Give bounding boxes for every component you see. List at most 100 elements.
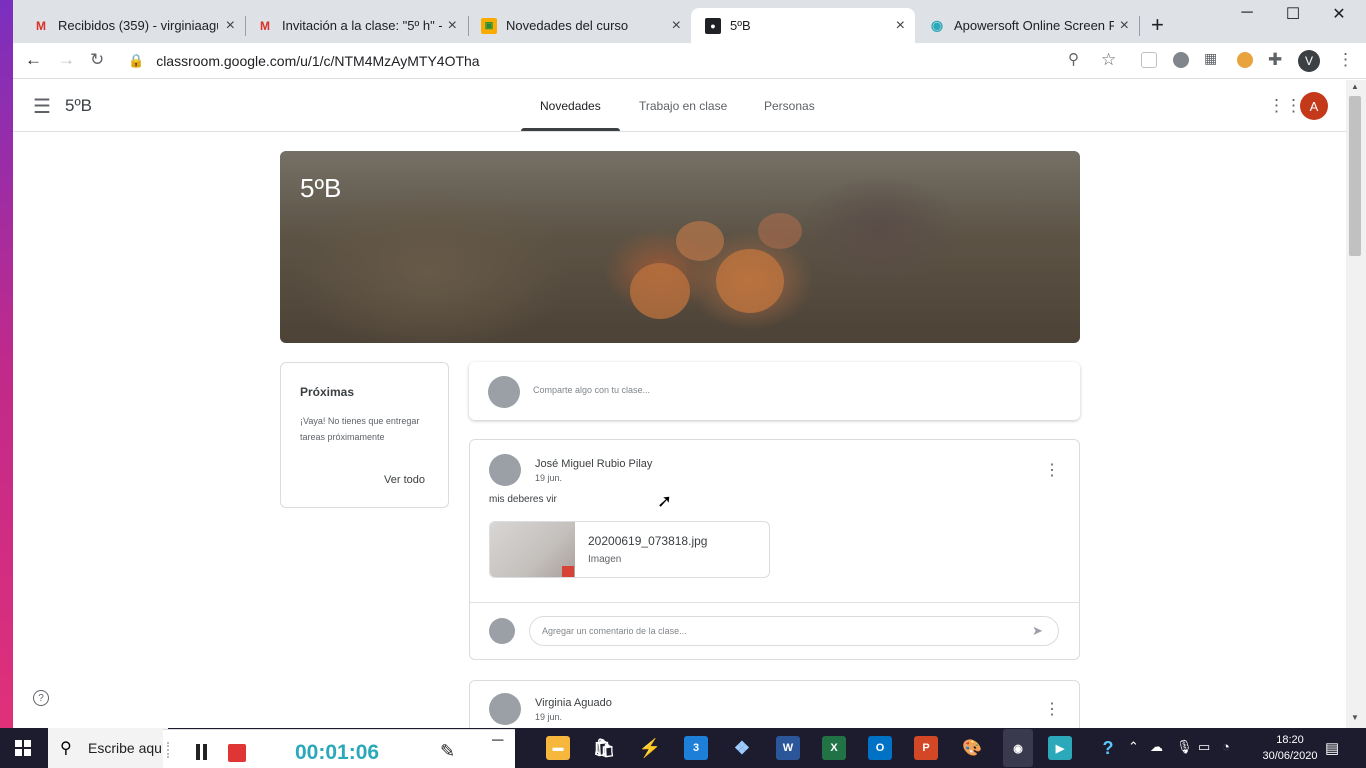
screen-recorder-bar: 00:01:06 ✎ ─ (163, 729, 515, 768)
close-icon[interactable]: × (672, 17, 681, 35)
chevron-up-icon[interactable]: ⌃ (1128, 739, 1139, 755)
post-date: 19 jun. (535, 712, 563, 722)
tab-title: Invitación a la clase: "5º h" - a (282, 18, 442, 33)
more-options-icon[interactable]: ⋮ (1044, 460, 1060, 480)
grid-extension-icon[interactable]: ▦ (1204, 50, 1217, 67)
tab-novedades[interactable]: Novedades (540, 99, 601, 113)
mouse-cursor-icon: ➚ (657, 491, 673, 511)
tab-separator (1139, 16, 1140, 36)
post-date: 19 jun. (535, 473, 563, 483)
close-icon[interactable]: × (448, 17, 457, 35)
windows-start-icon[interactable] (15, 740, 31, 756)
send-icon[interactable]: ➤ (1032, 623, 1043, 639)
apowersoft-icon: ◉ (930, 17, 944, 33)
attachment-card[interactable]: 20200619_073818.jpg Imagen (489, 521, 770, 578)
kebab-menu-icon[interactable]: ⋮ (1337, 50, 1354, 70)
avatar (489, 454, 521, 486)
chrome-icon[interactable]: ◉ (1003, 729, 1033, 767)
more-options-icon[interactable]: ⋮ (1044, 699, 1060, 719)
share-box[interactable]: Comparte algo con tu clase... (469, 362, 1080, 420)
class-banner: 5ºB (280, 151, 1080, 343)
excel-icon[interactable]: X (822, 736, 846, 760)
tab-classroom-5b[interactable]: ● 5ºB × (691, 8, 915, 43)
divider (470, 602, 1079, 603)
powerpoint-icon[interactable]: P (914, 736, 938, 760)
account-avatar[interactable]: A (1300, 92, 1328, 120)
pen-icon[interactable]: ✎ (440, 741, 455, 762)
minimize-window-button[interactable]: ─ (1224, 4, 1270, 22)
paint-icon[interactable]: 🎨 (960, 736, 984, 760)
store-icon[interactable]: 🛍 (592, 736, 616, 760)
extension-icon[interactable] (1173, 52, 1189, 68)
puzzle-icon[interactable]: ✚ (1268, 50, 1282, 70)
extension-icon[interactable] (1141, 52, 1157, 68)
forward-icon[interactable]: → (58, 50, 75, 70)
tab-trabajo-en-clase[interactable]: Trabajo en clase (639, 99, 727, 113)
stop-icon[interactable] (228, 744, 246, 762)
extension-icon[interactable] (1237, 52, 1253, 68)
minimize-icon[interactable]: ─ (492, 732, 503, 750)
bookmark-star-icon[interactable]: ☆ (1101, 50, 1116, 70)
dropbox-icon[interactable]: ❖ (730, 736, 754, 760)
upcoming-title: Próximas (300, 385, 355, 399)
cloud-icon[interactable]: ☁ (1150, 739, 1163, 755)
notifications-icon[interactable]: ▤ (1325, 739, 1339, 757)
lock-icon: 🔒 (128, 53, 145, 68)
mail-badge: 3 (692, 742, 700, 754)
close-icon[interactable]: × (226, 17, 235, 35)
drag-handle[interactable] (167, 742, 173, 758)
tab-apowersoft[interactable]: ◉ Apowersoft Online Screen Rec × (915, 8, 1139, 43)
outlook-icon[interactable]: O (868, 736, 892, 760)
wifi-icon[interactable]: ◔ (1222, 739, 1230, 754)
word-icon[interactable]: W (776, 736, 800, 760)
tab-title: Novedades del curso (506, 18, 629, 33)
back-icon[interactable]: ← (25, 50, 42, 70)
app-icon[interactable]: ⚡ (638, 736, 662, 760)
view-all-link[interactable]: Ver todo (384, 474, 425, 486)
post-author: José Miguel Rubio Pilay (535, 458, 653, 470)
apowersoft-icon[interactable]: ▶ (1048, 736, 1072, 760)
thumbnail-detail (562, 566, 574, 577)
tab-title: Recibidos (359) - virginiaaguado (58, 18, 218, 33)
pause-icon[interactable] (195, 744, 209, 760)
upcoming-text: ¡Vaya! No tienes que entregar tareas pró… (300, 416, 420, 442)
reload-icon[interactable]: ↻ (90, 50, 104, 70)
scroll-up-icon[interactable]: ▲ (1351, 82, 1359, 91)
close-icon[interactable]: × (896, 17, 905, 35)
clock-date: 30/06/2020 (1262, 750, 1318, 762)
tab-gmail-invitation[interactable]: M Invitación a la clase: "5º h" - a × (243, 8, 467, 43)
address-bar[interactable]: 🔒 classroom.google.com/u/1/c/NTM4MzAyMTY… (124, 47, 1124, 75)
class-title[interactable]: 5ºB (65, 96, 92, 116)
close-window-button[interactable]: ✕ (1316, 4, 1362, 24)
close-icon[interactable]: × (1120, 17, 1129, 35)
avatar (489, 693, 521, 725)
zoom-icon[interactable]: ⚲ (1068, 50, 1079, 68)
avatar (489, 618, 515, 644)
comment-input[interactable]: Agregar un comentario de la clase... (529, 616, 1059, 646)
upcoming-card: Próximas ¡Vaya! No tienes que entregar t… (280, 362, 449, 508)
search-icon: ⚲ (60, 740, 72, 757)
mail-icon[interactable]: 3 (684, 736, 708, 760)
browser-toolbar: ← → ↻ 🔒 classroom.google.com/u/1/c/NTM4M… (13, 43, 1366, 79)
battery-icon[interactable]: ▭ (1198, 739, 1210, 755)
maximize-window-button[interactable]: ☐ (1270, 4, 1316, 24)
tab-gmail-inbox[interactable]: M Recibidos (359) - virginiaaguado × (19, 8, 245, 43)
attachment-type: Imagen (588, 554, 622, 565)
profile-avatar[interactable]: V (1298, 50, 1320, 72)
post-author: Virginia Aguado (535, 697, 612, 709)
active-tab-indicator (521, 128, 620, 131)
taskbar-search[interactable]: ⚲ Escribe aquí (48, 728, 168, 768)
system-clock[interactable]: 18:20 30/06/2020 (1262, 732, 1318, 764)
scrollbar-thumb[interactable] (1349, 96, 1361, 256)
hamburger-menu-icon[interactable]: ☰ (33, 94, 51, 119)
share-placeholder: Comparte algo con tu clase... (533, 385, 651, 395)
tab-classroom-novedades[interactable]: ▣ Novedades del curso × (467, 8, 691, 43)
scroll-down-icon[interactable]: ▼ (1351, 713, 1359, 722)
new-tab-button[interactable]: + (1151, 12, 1164, 38)
microphone-icon[interactable]: 🎙 (1176, 739, 1193, 755)
help-icon[interactable]: ? (33, 690, 49, 706)
file-explorer-icon[interactable]: ▬ (546, 736, 570, 760)
help-question-icon[interactable]: ? (1096, 736, 1120, 760)
tab-personas[interactable]: Personas (764, 99, 815, 113)
tab-strip: M Recibidos (359) - virginiaaguado × M I… (13, 0, 1366, 43)
